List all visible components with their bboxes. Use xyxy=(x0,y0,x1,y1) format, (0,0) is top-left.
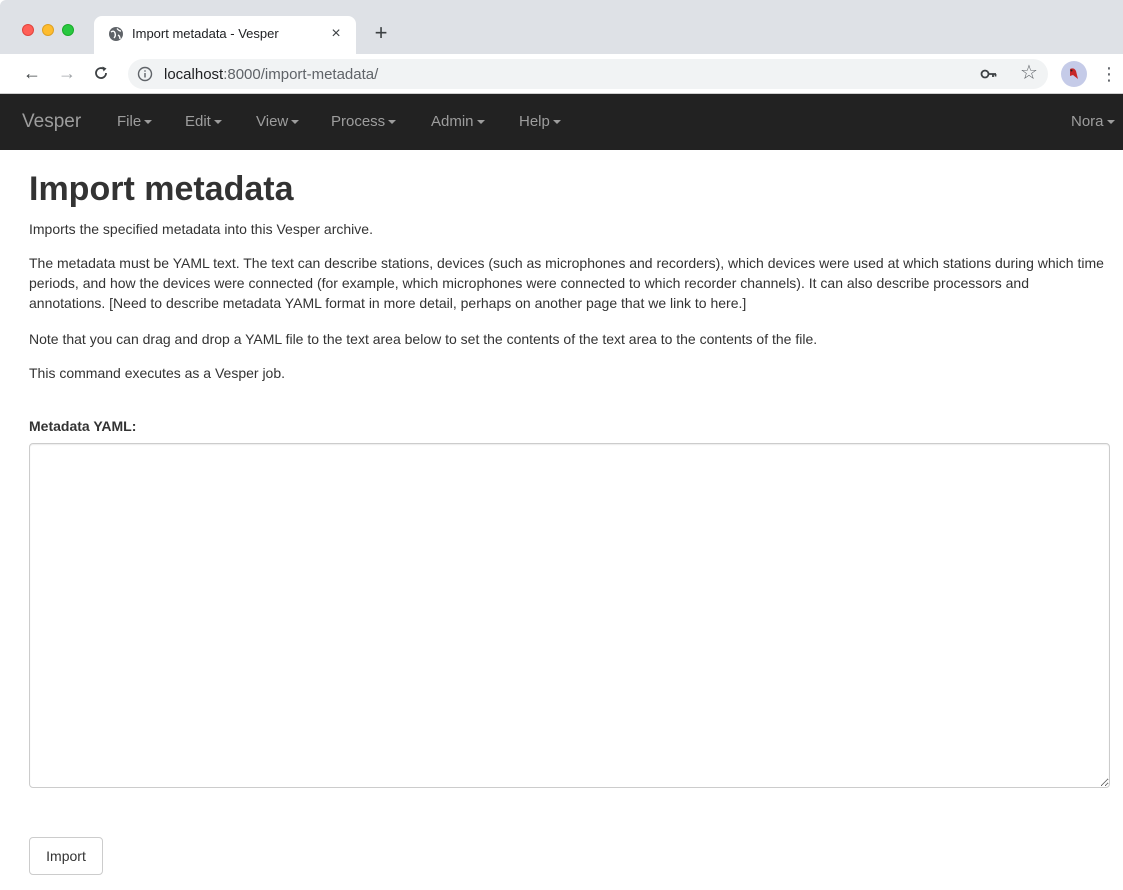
description-paragraph: The metadata must be YAML text. The text… xyxy=(29,255,1104,311)
forward-arrow-icon[interactable]: → xyxy=(57,63,77,83)
url-path: :8000/import-metadata/ xyxy=(223,66,379,83)
browser-tab-strip: Import metadata - Vesper × + xyxy=(0,0,1123,54)
metadata-yaml-label: Metadata YAML: xyxy=(29,418,137,434)
menu-label: View xyxy=(256,113,289,130)
menu-view[interactable]: View xyxy=(256,113,300,130)
app-navbar: Vesper File Edit View Process Admin Help… xyxy=(0,94,1123,150)
more-vert-icon[interactable]: ⋮ xyxy=(1100,62,1118,86)
caret-down-icon xyxy=(552,120,561,125)
caret-down-icon xyxy=(388,120,397,125)
metadata-yaml-textarea[interactable] xyxy=(29,443,1110,788)
caret-down-icon xyxy=(213,120,222,125)
browser-tab[interactable]: Import metadata - Vesper × xyxy=(94,16,356,54)
key-icon[interactable] xyxy=(980,66,998,82)
menu-help[interactable]: Help xyxy=(519,113,561,130)
caret-down-icon xyxy=(291,120,300,125)
profile-avatar-icon[interactable] xyxy=(1061,61,1087,87)
menu-label: Edit xyxy=(185,113,211,130)
caret-down-icon xyxy=(144,120,153,125)
menu-user[interactable]: Nora xyxy=(1071,113,1115,130)
caret-down-icon xyxy=(1106,120,1115,125)
menu-admin[interactable]: Admin xyxy=(431,113,485,130)
close-icon[interactable]: × xyxy=(326,24,346,44)
globe-icon xyxy=(108,26,124,42)
menu-label: Process xyxy=(331,113,386,130)
star-icon[interactable]: ☆ xyxy=(1018,61,1040,85)
menu-process[interactable]: Process xyxy=(331,113,397,130)
menu-label: Help xyxy=(519,113,550,130)
plus-icon[interactable]: + xyxy=(370,22,392,44)
drag-drop-note: Note that you can drag and drop a YAML f… xyxy=(29,331,818,347)
page-title: Import metadata xyxy=(29,170,294,208)
window-close-button[interactable] xyxy=(22,24,34,36)
reload-icon[interactable] xyxy=(91,63,111,83)
window-zoom-button[interactable] xyxy=(62,24,74,36)
browser-toolbar: ← → localhost:8000/import-metadata/ ☆ xyxy=(0,54,1123,94)
menu-file[interactable]: File xyxy=(117,113,153,130)
back-arrow-icon[interactable]: ← xyxy=(22,63,42,83)
menu-label: File xyxy=(117,113,142,130)
url-text: localhost:8000/import-metadata/ xyxy=(164,66,378,83)
navbar-brand[interactable]: Vesper xyxy=(22,111,81,133)
address-bar[interactable]: localhost:8000/import-metadata/ ☆ xyxy=(128,59,1048,89)
intro-paragraph: Imports the specified metadata into this… xyxy=(29,221,373,237)
tab-title: Import metadata - Vesper xyxy=(132,26,279,41)
job-note: This command executes as a Vesper job. xyxy=(29,365,286,381)
caret-down-icon xyxy=(476,120,485,125)
url-host: localhost xyxy=(164,66,224,83)
window-minimize-button[interactable] xyxy=(42,24,54,36)
menu-label: Nora xyxy=(1071,113,1104,130)
menu-label: Admin xyxy=(431,113,474,130)
info-icon[interactable] xyxy=(137,66,153,82)
import-button[interactable]: Import xyxy=(29,837,103,875)
menu-edit[interactable]: Edit xyxy=(185,113,222,130)
